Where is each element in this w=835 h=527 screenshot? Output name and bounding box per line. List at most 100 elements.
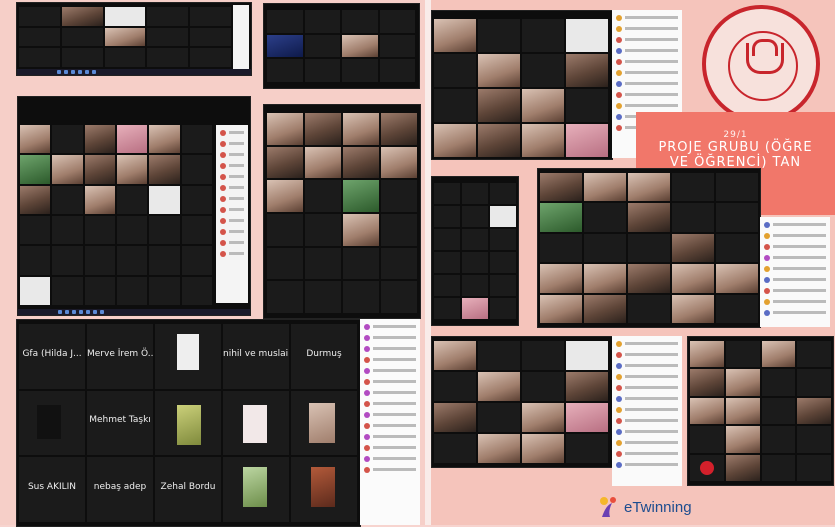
video-tile	[672, 203, 714, 232]
video-tile	[305, 281, 341, 313]
video-tile	[490, 275, 516, 296]
video-tile	[522, 89, 564, 122]
video-tile	[672, 173, 714, 202]
video-tile	[267, 146, 303, 179]
participant-photo	[311, 467, 335, 508]
video-tile	[267, 113, 303, 145]
video-tile	[343, 247, 379, 280]
video-tile: Sus AKILIN	[19, 457, 85, 522]
video-tile	[761, 397, 796, 425]
participant-name: Gfa (Hilda J...	[22, 348, 82, 359]
video-tile	[20, 276, 51, 305]
video-tile	[19, 390, 85, 456]
participants-panel	[760, 217, 830, 327]
taskbar	[17, 69, 251, 75]
video-tile	[628, 173, 670, 202]
video-tile	[117, 125, 148, 154]
video-tile	[304, 10, 340, 33]
video-tile	[716, 203, 758, 232]
video-tile	[19, 48, 60, 67]
video-tile	[584, 203, 626, 232]
video-tile	[672, 294, 714, 323]
video-tile	[478, 124, 520, 157]
video-tile	[478, 434, 520, 463]
video-tile	[304, 59, 340, 82]
video-tile	[434, 252, 460, 273]
video-tile	[343, 113, 379, 145]
participant-photo	[243, 404, 267, 443]
video-tile	[342, 10, 378, 33]
video-tile	[223, 457, 289, 522]
video-tile	[690, 397, 724, 425]
video-tile	[84, 246, 115, 275]
video-tile	[381, 180, 417, 212]
video-tile	[379, 10, 415, 33]
video-tile	[434, 124, 476, 157]
video-tile	[628, 203, 670, 232]
video-tile	[52, 155, 83, 184]
screenshot-top-mid	[263, 3, 420, 89]
video-tile	[19, 7, 60, 26]
video-tile	[104, 48, 146, 67]
video-tile	[462, 275, 488, 296]
video-tile	[149, 125, 180, 154]
video-tile	[147, 48, 189, 67]
video-tile	[672, 233, 714, 263]
video-tile	[584, 233, 626, 263]
logo-emblem	[746, 43, 784, 74]
video-tile	[716, 294, 758, 323]
video-tile	[84, 216, 115, 245]
video-tile	[267, 10, 303, 33]
video-tile	[628, 233, 670, 263]
video-tile	[566, 341, 608, 370]
video-tile	[305, 113, 341, 145]
video-tile	[672, 264, 714, 293]
video-tile: Zehal Bordu	[155, 457, 221, 522]
video-tile: Durmuş	[291, 324, 357, 389]
video-tile	[52, 246, 83, 275]
video-tile	[343, 281, 379, 313]
video-tile	[797, 397, 831, 425]
video-tile	[434, 434, 476, 463]
video-tile	[52, 216, 83, 245]
video-tile	[117, 155, 148, 184]
video-tile	[490, 206, 516, 227]
screenshot-top-left	[16, 2, 252, 76]
video-tile	[566, 372, 608, 401]
video-tile	[522, 403, 564, 432]
participant-photo	[177, 404, 201, 445]
video-tile	[381, 281, 417, 313]
screenshot-right-top	[431, 10, 613, 160]
video-tile	[190, 48, 231, 67]
video-tile	[628, 294, 670, 323]
screenshot-right-bottom	[431, 336, 613, 468]
video-tile	[797, 341, 831, 368]
video-tile	[478, 372, 520, 401]
video-tile	[478, 89, 520, 122]
video-tile	[381, 247, 417, 280]
video-tile	[540, 294, 582, 323]
video-tile	[117, 276, 148, 305]
video-tile	[522, 434, 564, 463]
video-tile	[52, 185, 83, 214]
video-tile	[462, 206, 488, 227]
video-tile	[149, 185, 180, 214]
screenshot-right-mid-small	[431, 176, 519, 326]
video-tile	[20, 216, 51, 245]
video-tile	[490, 252, 516, 273]
video-tile	[690, 369, 724, 396]
video-tile	[52, 125, 83, 154]
video-tile	[725, 454, 760, 481]
video-tile	[566, 403, 608, 432]
video-tile	[379, 59, 415, 82]
video-tile	[155, 324, 221, 389]
video-tile	[155, 390, 221, 456]
participant-name: nebaş adep	[93, 481, 147, 492]
participant-photo	[243, 467, 267, 508]
video-tile	[716, 173, 758, 202]
video-tile	[147, 7, 189, 26]
video-tile	[181, 276, 212, 305]
video-tile	[434, 229, 460, 250]
video-tile	[381, 113, 417, 145]
video-tile	[478, 403, 520, 432]
